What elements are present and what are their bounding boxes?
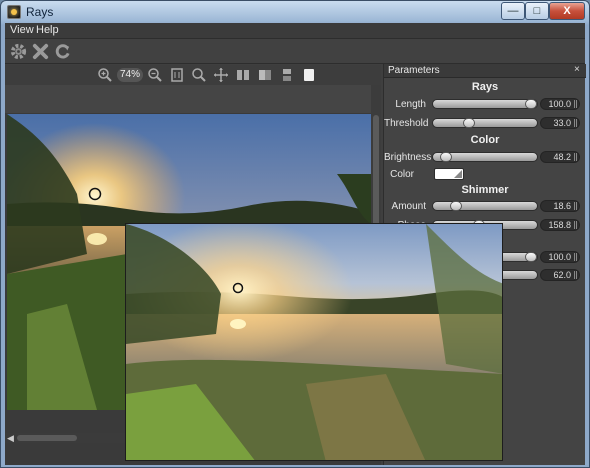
title-bar[interactable]: Rays — □ X xyxy=(1,1,589,23)
threshold-label: Threshold xyxy=(384,118,429,129)
main-toolbar xyxy=(5,38,585,64)
obscured-value-1: 100.0 xyxy=(548,252,571,262)
spin-handle[interactable] xyxy=(574,119,577,127)
zoom-level-display[interactable]: 74% xyxy=(117,68,143,82)
close-button[interactable]: X xyxy=(549,2,585,20)
section-rays: Rays xyxy=(471,81,499,93)
obscured-value-field-1[interactable]: 100.0 xyxy=(540,251,580,263)
brightness-value: 48.2 xyxy=(553,152,571,162)
spin-handle[interactable] xyxy=(574,253,577,261)
split-vertical-icon[interactable] xyxy=(235,67,251,83)
panel-title: Parameters xyxy=(388,65,440,76)
obscured-value-2: 62.0 xyxy=(553,270,571,280)
split-stack-icon[interactable] xyxy=(279,67,295,83)
length-slider[interactable] xyxy=(432,99,538,109)
amount-value: 18.6 xyxy=(553,201,571,211)
phase-value-field[interactable]: 158.8 xyxy=(540,219,580,231)
amount-value-field[interactable]: 18.6 xyxy=(540,200,580,212)
panel-header: Parameters × xyxy=(384,64,586,78)
slider-knob[interactable] xyxy=(463,118,475,128)
slider-knob[interactable] xyxy=(525,99,537,109)
close-x-icon[interactable] xyxy=(31,42,50,61)
single-view-icon[interactable] xyxy=(301,67,317,83)
zoom-in-icon[interactable] xyxy=(97,67,113,83)
app-icon xyxy=(7,5,21,19)
amount-label: Amount xyxy=(391,201,426,212)
length-value-field[interactable]: 100.0 xyxy=(540,98,580,110)
horizontal-scroll-thumb[interactable] xyxy=(17,435,77,441)
menu-bar: View Help xyxy=(5,23,585,38)
length-label: Length xyxy=(395,99,426,110)
brightness-label: Brightness xyxy=(384,152,432,163)
brightness-slider[interactable] xyxy=(432,152,538,162)
threshold-value: 33.0 xyxy=(553,118,571,128)
view-toolbar: 74% xyxy=(5,65,381,85)
color-swatch-button[interactable] xyxy=(434,168,464,180)
window-title: Rays xyxy=(26,5,54,19)
maximize-button[interactable]: □ xyxy=(525,2,549,20)
amount-slider[interactable] xyxy=(432,201,538,211)
section-shimmer: Shimmer xyxy=(461,184,509,196)
slider-knob[interactable] xyxy=(440,152,452,162)
zoom-out-icon[interactable] xyxy=(147,67,163,83)
menu-view[interactable]: View xyxy=(10,24,34,36)
section-color: Color xyxy=(470,134,500,146)
minimize-button[interactable]: — xyxy=(501,2,525,20)
spin-handle[interactable] xyxy=(574,271,577,279)
slider-knob[interactable] xyxy=(450,201,462,211)
phase-value: 158.8 xyxy=(548,220,571,230)
refresh-icon[interactable] xyxy=(53,42,72,61)
slider-knob[interactable] xyxy=(525,252,537,262)
color-label: Color xyxy=(390,169,414,180)
split-horizontal-icon[interactable] xyxy=(257,67,273,83)
scroll-left-icon[interactable]: ◀ xyxy=(7,433,14,444)
spin-handle[interactable] xyxy=(574,221,577,229)
app-window: Rays — □ X View Help 74% ◀ Parameters × … xyxy=(0,0,590,468)
fit-icon[interactable] xyxy=(169,67,185,83)
foreground-photo xyxy=(125,223,503,461)
spin-handle[interactable] xyxy=(574,153,577,161)
panel-close-button[interactable]: × xyxy=(574,64,580,75)
obscured-value-field-2[interactable]: 62.0 xyxy=(540,269,580,281)
gear-icon[interactable] xyxy=(9,42,28,61)
threshold-value-field[interactable]: 33.0 xyxy=(540,117,580,129)
viewer-header-gap xyxy=(5,85,381,113)
brightness-value-field[interactable]: 48.2 xyxy=(540,151,580,163)
length-value: 100.0 xyxy=(548,99,571,109)
zoom-tool-icon[interactable] xyxy=(191,67,207,83)
menu-help[interactable]: Help xyxy=(36,24,59,36)
spin-handle[interactable] xyxy=(574,202,577,210)
pan-icon[interactable] xyxy=(213,67,229,83)
threshold-slider[interactable] xyxy=(432,118,538,128)
spin-handle[interactable] xyxy=(574,100,577,108)
